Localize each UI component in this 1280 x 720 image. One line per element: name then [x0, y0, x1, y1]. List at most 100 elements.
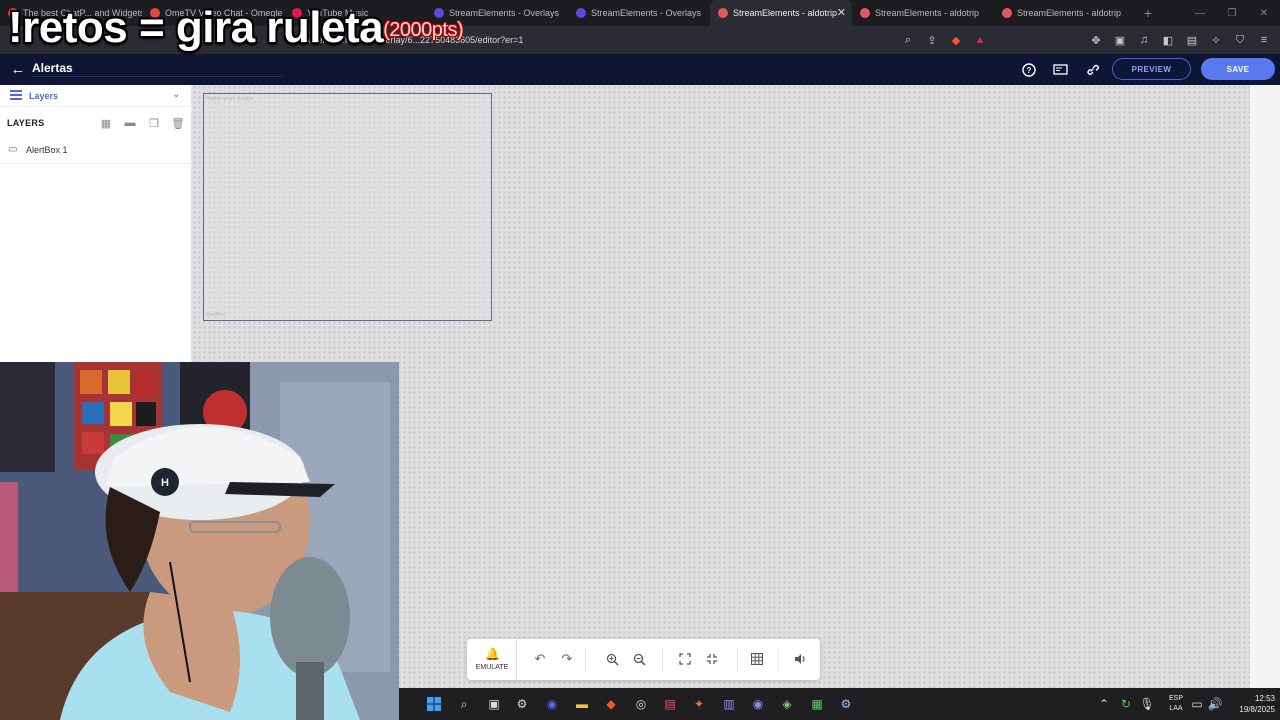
windows-start-icon[interactable]: [424, 694, 444, 714]
new-tab-icon[interactable]: +: [1136, 0, 1160, 26]
app-icon[interactable]: ✦: [689, 694, 709, 714]
clock-date: 19/8/2025: [1239, 705, 1275, 714]
language-code: ESP: [1168, 695, 1183, 702]
speaker-icon[interactable]: 🔊: [1205, 694, 1225, 714]
canvas-gutter: [1250, 85, 1280, 688]
browser-tab[interactable]: StreamElements - Overlays: [568, 0, 710, 26]
divider: [778, 647, 779, 672]
app-icon[interactable]: ◉: [748, 694, 768, 714]
tab-label: StreamElements - Overlays: [591, 8, 702, 18]
save-button[interactable]: SAVE: [1201, 58, 1275, 80]
tab-favicon-icon: [860, 8, 870, 18]
settings-icon[interactable]: ⚙: [836, 694, 856, 714]
leo-ai-icon[interactable]: ✧: [1206, 30, 1226, 50]
stream-caption: !retos = gira ruleta(2000pts): [8, 3, 464, 54]
brave-rewards-icon[interactable]: ▲: [970, 30, 990, 50]
app-icon[interactable]: ◈: [777, 694, 797, 714]
tab-label: StreamElements - aldotrip: [733, 8, 838, 18]
add-layer-icon[interactable]: ▦: [98, 115, 114, 131]
sidebar-icon[interactable]: ◧: [1158, 30, 1178, 50]
editor-toolbar: 🔔 EMULATE ↶ ↷: [467, 639, 820, 680]
maximize-icon[interactable]: ❐: [1216, 0, 1248, 26]
bell-icon: 🔔: [485, 647, 500, 661]
sync-icon[interactable]: ↻: [1116, 694, 1136, 714]
vpn-icon[interactable]: ⛉: [1230, 30, 1250, 50]
help-icon[interactable]: ?: [1019, 60, 1039, 80]
volume-icon[interactable]: [790, 649, 810, 669]
zoom-icon[interactable]: ⌕: [898, 30, 918, 50]
divider: [662, 647, 663, 672]
steam-icon[interactable]: ⚙: [512, 694, 532, 714]
tab-favicon-icon: [576, 8, 586, 18]
obs-icon[interactable]: ◎: [631, 694, 651, 714]
display-icon[interactable]: ▭: [1187, 694, 1207, 714]
chevron-down-icon[interactable]: ⌄: [172, 89, 180, 100]
alertbox-hint: Hidden when inactive: [206, 96, 254, 102]
emulate-button[interactable]: 🔔 EMULATE: [467, 639, 517, 680]
close-window-icon[interactable]: ✕: [1248, 0, 1280, 26]
screenshot-icon[interactable]: ▣: [1110, 30, 1130, 50]
address-bar-actions: ⌕ ⇪ ◆ ▲: [898, 30, 990, 50]
app-icon[interactable]: ▦: [807, 694, 827, 714]
brave-shield-icon[interactable]: ◆: [946, 30, 966, 50]
zoom-in-icon[interactable]: [602, 649, 622, 669]
grid-icon[interactable]: [747, 649, 767, 669]
browser-tab-active[interactable]: StreamElements - aldotrip ✕: [710, 0, 852, 26]
brave-browser-icon[interactable]: ◆: [601, 694, 621, 714]
fit-screen-icon[interactable]: [675, 649, 695, 669]
media-icon[interactable]: ♫: [1134, 30, 1154, 50]
shrink-screen-icon[interactable]: [702, 649, 722, 669]
layer-name: AlertBox 1: [26, 145, 68, 155]
page-title[interactable]: Alertas: [32, 61, 73, 75]
file-explorer-icon[interactable]: ▬: [572, 694, 592, 714]
discord-icon[interactable]: ◉: [542, 694, 562, 714]
chevron-up-icon[interactable]: ⌃: [1094, 694, 1114, 714]
redo-icon[interactable]: ↷: [557, 649, 577, 669]
svg-text:H: H: [161, 477, 169, 489]
zoom-out-icon[interactable]: [629, 649, 649, 669]
link-icon[interactable]: [1082, 60, 1102, 80]
background-hint-text: ·: [397, 647, 401, 661]
undo-icon[interactable]: ↶: [530, 649, 550, 669]
alertbox-widget[interactable]: Hidden when inactive AlertBox: [203, 93, 492, 321]
app-header: ← Alertas ?: [0, 54, 1280, 85]
app-icon[interactable]: ▥: [719, 694, 739, 714]
folder-icon: ▭: [8, 144, 18, 155]
divider: [737, 647, 738, 672]
task-view-icon[interactable]: ▣: [484, 694, 504, 714]
window-controls: — ❐ ✕: [1184, 0, 1280, 26]
menu-icon[interactable]: ≡: [1254, 30, 1274, 50]
preview-button[interactable]: PREVIEW: [1112, 58, 1191, 80]
divider: [585, 647, 586, 672]
browser-tab[interactable]: StreamElements - aldotrip: [852, 0, 994, 26]
language-indicator[interactable]: ESP LAA: [1165, 694, 1187, 714]
minimize-icon[interactable]: —: [1184, 0, 1216, 26]
layers-panel-label: Layers: [29, 91, 59, 101]
wallet-icon[interactable]: ▤: [1182, 30, 1202, 50]
folder-icon[interactable]: ▬: [122, 115, 138, 131]
app-icon[interactable]: ▤: [660, 694, 680, 714]
clock[interactable]: 12:53 19/8/2025: [1225, 693, 1275, 715]
clock-time: 12:53: [1254, 694, 1275, 703]
browser-toolbar-icons: ✥ ▣ ♫ ◧ ▤ ✧ ⛉ ≡: [1086, 30, 1274, 50]
search-icon[interactable]: ⌕: [454, 694, 474, 714]
tab-close-icon[interactable]: ✕: [837, 6, 846, 19]
layers-panel: Layers ⌄ LAYERS ▦ ▬ ❐ 🗑 ▭ AlertBox 1: [0, 85, 192, 362]
overlay-settings-icon[interactable]: [1050, 60, 1070, 80]
extensions-icon[interactable]: ✥: [1086, 30, 1106, 50]
trash-icon[interactable]: 🗑: [170, 115, 186, 131]
layer-item[interactable]: ▭ AlertBox 1: [0, 142, 191, 158]
share-icon[interactable]: ⇪: [922, 30, 942, 50]
taskbar: ⌕ ▣ ⚙ ◉ ▬ ◆ ◎ ▤ ✦ ▥ ◉ ◈ ▦ ⚙ ⌃ ↻ 🎙 ESP LA…: [399, 688, 1280, 720]
back-arrow-icon[interactable]: ←: [8, 59, 28, 79]
svg-text:?: ?: [1027, 66, 1032, 75]
webcam-image: H: [0, 362, 399, 720]
title-underline: [32, 76, 282, 77]
keyboard-layout: LAA: [1169, 705, 1183, 712]
browser-tab[interactable]: StreamElements - aldotrip: [994, 0, 1136, 26]
tab-label: StreamElements - aldotrip: [1017, 8, 1122, 18]
microphone-icon[interactable]: 🎙: [1137, 694, 1157, 714]
layers-panel-header[interactable]: Layers ⌄: [0, 85, 192, 107]
duplicate-icon[interactable]: ❐: [146, 115, 162, 131]
caption-text: !retos = gira ruleta: [8, 3, 384, 52]
